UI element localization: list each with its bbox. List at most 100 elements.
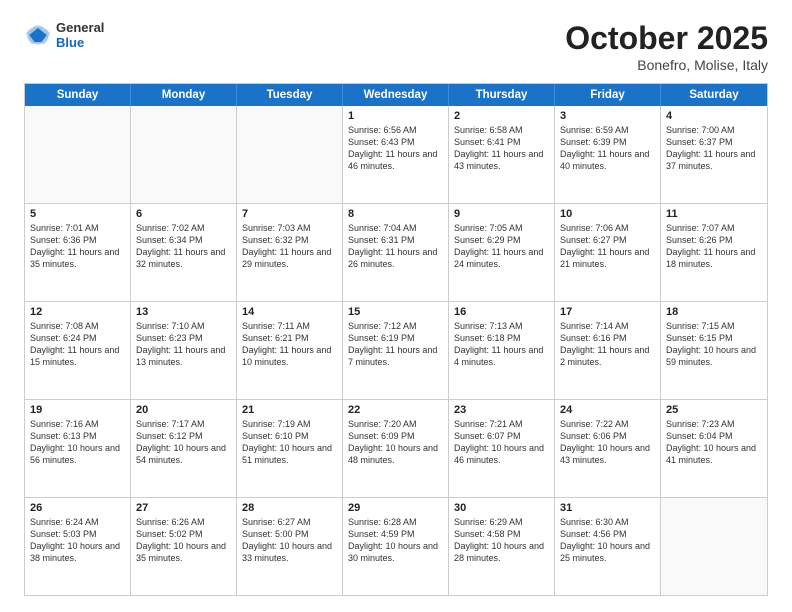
cell-info: Sunrise: 7:13 AM Sunset: 6:18 PM Dayligh… bbox=[454, 320, 549, 369]
cell-day-number: 2 bbox=[454, 110, 549, 122]
cell-day-number: 15 bbox=[348, 306, 443, 318]
cell-day-number: 12 bbox=[30, 306, 125, 318]
calendar-cell: 28 Sunrise: 6:27 AM Sunset: 5:00 PM Dayli… bbox=[237, 498, 343, 595]
cell-info: Sunrise: 6:26 AM Sunset: 5:02 PM Dayligh… bbox=[136, 516, 231, 565]
cell-day-number: 7 bbox=[242, 208, 337, 220]
cell-info: Sunrise: 7:00 AM Sunset: 6:37 PM Dayligh… bbox=[666, 124, 762, 173]
calendar-cell: 6 Sunrise: 7:02 AM Sunset: 6:34 PM Daylig… bbox=[131, 204, 237, 301]
cell-day-number: 8 bbox=[348, 208, 443, 220]
day-header-saturday: Saturday bbox=[661, 84, 767, 106]
logo-general-text: General bbox=[56, 20, 104, 35]
cell-info: Sunrise: 7:16 AM Sunset: 6:13 PM Dayligh… bbox=[30, 418, 125, 467]
cell-day-number: 30 bbox=[454, 502, 549, 514]
cell-day-number: 3 bbox=[560, 110, 655, 122]
day-header-sunday: Sunday bbox=[25, 84, 131, 106]
calendar-cell: 9 Sunrise: 7:05 AM Sunset: 6:29 PM Daylig… bbox=[449, 204, 555, 301]
cell-info: Sunrise: 6:56 AM Sunset: 6:43 PM Dayligh… bbox=[348, 124, 443, 173]
day-header-tuesday: Tuesday bbox=[237, 84, 343, 106]
cell-info: Sunrise: 6:29 AM Sunset: 4:58 PM Dayligh… bbox=[454, 516, 549, 565]
calendar-cell: 2 Sunrise: 6:58 AM Sunset: 6:41 PM Daylig… bbox=[449, 106, 555, 203]
cell-info: Sunrise: 7:20 AM Sunset: 6:09 PM Dayligh… bbox=[348, 418, 443, 467]
cell-day-number: 31 bbox=[560, 502, 655, 514]
header: General Blue October 2025 Bonefro, Molis… bbox=[24, 20, 768, 73]
calendar-cell: 22 Sunrise: 7:20 AM Sunset: 6:09 PM Dayli… bbox=[343, 400, 449, 497]
cell-info: Sunrise: 6:27 AM Sunset: 5:00 PM Dayligh… bbox=[242, 516, 337, 565]
day-headers: SundayMondayTuesdayWednesdayThursdayFrid… bbox=[25, 84, 767, 106]
cell-info: Sunrise: 6:28 AM Sunset: 4:59 PM Dayligh… bbox=[348, 516, 443, 565]
cell-info: Sunrise: 7:08 AM Sunset: 6:24 PM Dayligh… bbox=[30, 320, 125, 369]
calendar-cell: 4Sunrise: 7:00 AM Sunset: 6:37 PM Daylig… bbox=[661, 106, 767, 203]
calendar-cell: 8 Sunrise: 7:04 AM Sunset: 6:31 PM Daylig… bbox=[343, 204, 449, 301]
calendar-cell: 30 Sunrise: 6:29 AM Sunset: 4:58 PM Dayli… bbox=[449, 498, 555, 595]
cell-info: Sunrise: 6:24 AM Sunset: 5:03 PM Dayligh… bbox=[30, 516, 125, 565]
day-header-monday: Monday bbox=[131, 84, 237, 106]
cell-info: Sunrise: 7:10 AM Sunset: 6:23 PM Dayligh… bbox=[136, 320, 231, 369]
cell-info: Sunrise: 7:05 AM Sunset: 6:29 PM Dayligh… bbox=[454, 222, 549, 271]
calendar-cell: 5Sunrise: 7:01 AM Sunset: 6:36 PM Daylig… bbox=[25, 204, 131, 301]
cell-day-number: 14 bbox=[242, 306, 337, 318]
cell-info: Sunrise: 6:59 AM Sunset: 6:39 PM Dayligh… bbox=[560, 124, 655, 173]
calendar-cell: 26 Sunrise: 6:24 AM Sunset: 5:03 PM Dayli… bbox=[25, 498, 131, 595]
cell-day-number: 26 bbox=[30, 502, 125, 514]
cell-day-number: 11 bbox=[666, 208, 762, 220]
calendar-cell: 15Sunrise: 7:12 AM Sunset: 6:19 PM Dayli… bbox=[343, 302, 449, 399]
cell-day-number: 18 bbox=[666, 306, 762, 318]
cell-info: Sunrise: 7:06 AM Sunset: 6:27 PM Dayligh… bbox=[560, 222, 655, 271]
cell-day-number: 19 bbox=[30, 404, 125, 416]
cell-day-number: 6 bbox=[136, 208, 231, 220]
day-header-friday: Friday bbox=[555, 84, 661, 106]
cell-info: Sunrise: 7:15 AM Sunset: 6:15 PM Dayligh… bbox=[666, 320, 762, 369]
cell-info: Sunrise: 7:02 AM Sunset: 6:34 PM Dayligh… bbox=[136, 222, 231, 271]
calendar-cell: 29 Sunrise: 6:28 AM Sunset: 4:59 PM Dayli… bbox=[343, 498, 449, 595]
calendar-cell bbox=[131, 106, 237, 203]
calendar-cell: 12 Sunrise: 7:08 AM Sunset: 6:24 PM Dayli… bbox=[25, 302, 131, 399]
calendar-cell: 23 Sunrise: 7:21 AM Sunset: 6:07 PM Dayli… bbox=[449, 400, 555, 497]
cell-day-number: 17 bbox=[560, 306, 655, 318]
logo-icon bbox=[24, 21, 52, 49]
cell-day-number: 23 bbox=[454, 404, 549, 416]
cell-day-number: 24 bbox=[560, 404, 655, 416]
calendar-cell bbox=[661, 498, 767, 595]
calendar-cell: 31 Sunrise: 6:30 AM Sunset: 4:56 PM Dayli… bbox=[555, 498, 661, 595]
cell-day-number: 20 bbox=[136, 404, 231, 416]
cell-day-number: 1 bbox=[348, 110, 443, 122]
cell-day-number: 27 bbox=[136, 502, 231, 514]
cell-info: Sunrise: 7:23 AM Sunset: 6:04 PM Dayligh… bbox=[666, 418, 762, 467]
cell-day-number: 28 bbox=[242, 502, 337, 514]
calendar-cell bbox=[237, 106, 343, 203]
cell-day-number: 22 bbox=[348, 404, 443, 416]
cell-day-number: 29 bbox=[348, 502, 443, 514]
cell-info: Sunrise: 6:58 AM Sunset: 6:41 PM Dayligh… bbox=[454, 124, 549, 173]
cell-info: Sunrise: 7:21 AM Sunset: 6:07 PM Dayligh… bbox=[454, 418, 549, 467]
logo: General Blue bbox=[24, 20, 104, 50]
calendar-cell: 20 Sunrise: 7:17 AM Sunset: 6:12 PM Dayli… bbox=[131, 400, 237, 497]
logo-text: General Blue bbox=[56, 20, 104, 50]
calendar-cell: 16Sunrise: 7:13 AM Sunset: 6:18 PM Dayli… bbox=[449, 302, 555, 399]
cell-info: Sunrise: 7:22 AM Sunset: 6:06 PM Dayligh… bbox=[560, 418, 655, 467]
cell-day-number: 9 bbox=[454, 208, 549, 220]
cell-info: Sunrise: 6:30 AM Sunset: 4:56 PM Dayligh… bbox=[560, 516, 655, 565]
calendar-cell: 27 Sunrise: 6:26 AM Sunset: 5:02 PM Dayli… bbox=[131, 498, 237, 595]
calendar-cell: 24 Sunrise: 7:22 AM Sunset: 6:06 PM Dayli… bbox=[555, 400, 661, 497]
cell-info: Sunrise: 7:19 AM Sunset: 6:10 PM Dayligh… bbox=[242, 418, 337, 467]
cell-info: Sunrise: 7:07 AM Sunset: 6:26 PM Dayligh… bbox=[666, 222, 762, 271]
logo-blue-text: Blue bbox=[56, 35, 104, 50]
cell-info: Sunrise: 7:11 AM Sunset: 6:21 PM Dayligh… bbox=[242, 320, 337, 369]
calendar-cell: 21 Sunrise: 7:19 AM Sunset: 6:10 PM Dayli… bbox=[237, 400, 343, 497]
week-row-4: 26 Sunrise: 6:24 AM Sunset: 5:03 PM Dayli… bbox=[25, 498, 767, 595]
title-block: October 2025 Bonefro, Molise, Italy bbox=[565, 20, 768, 73]
cell-day-number: 21 bbox=[242, 404, 337, 416]
week-row-2: 12 Sunrise: 7:08 AM Sunset: 6:24 PM Dayli… bbox=[25, 302, 767, 400]
calendar-cell: 11 Sunrise: 7:07 AM Sunset: 6:26 PM Dayli… bbox=[661, 204, 767, 301]
cell-info: Sunrise: 7:17 AM Sunset: 6:12 PM Dayligh… bbox=[136, 418, 231, 467]
week-row-1: 5Sunrise: 7:01 AM Sunset: 6:36 PM Daylig… bbox=[25, 204, 767, 302]
week-row-0: 1 Sunrise: 6:56 AM Sunset: 6:43 PM Daylig… bbox=[25, 106, 767, 204]
calendar-cell: 10Sunrise: 7:06 AM Sunset: 6:27 PM Dayli… bbox=[555, 204, 661, 301]
cell-info: Sunrise: 7:04 AM Sunset: 6:31 PM Dayligh… bbox=[348, 222, 443, 271]
calendar-cell: 18 Sunrise: 7:15 AM Sunset: 6:15 PM Dayli… bbox=[661, 302, 767, 399]
calendar-cell bbox=[25, 106, 131, 203]
calendar: SundayMondayTuesdayWednesdayThursdayFrid… bbox=[24, 83, 768, 596]
calendar-cell: 7Sunrise: 7:03 AM Sunset: 6:32 PM Daylig… bbox=[237, 204, 343, 301]
calendar-cell: 17Sunrise: 7:14 AM Sunset: 6:16 PM Dayli… bbox=[555, 302, 661, 399]
calendar-cell: 14 Sunrise: 7:11 AM Sunset: 6:21 PM Dayli… bbox=[237, 302, 343, 399]
